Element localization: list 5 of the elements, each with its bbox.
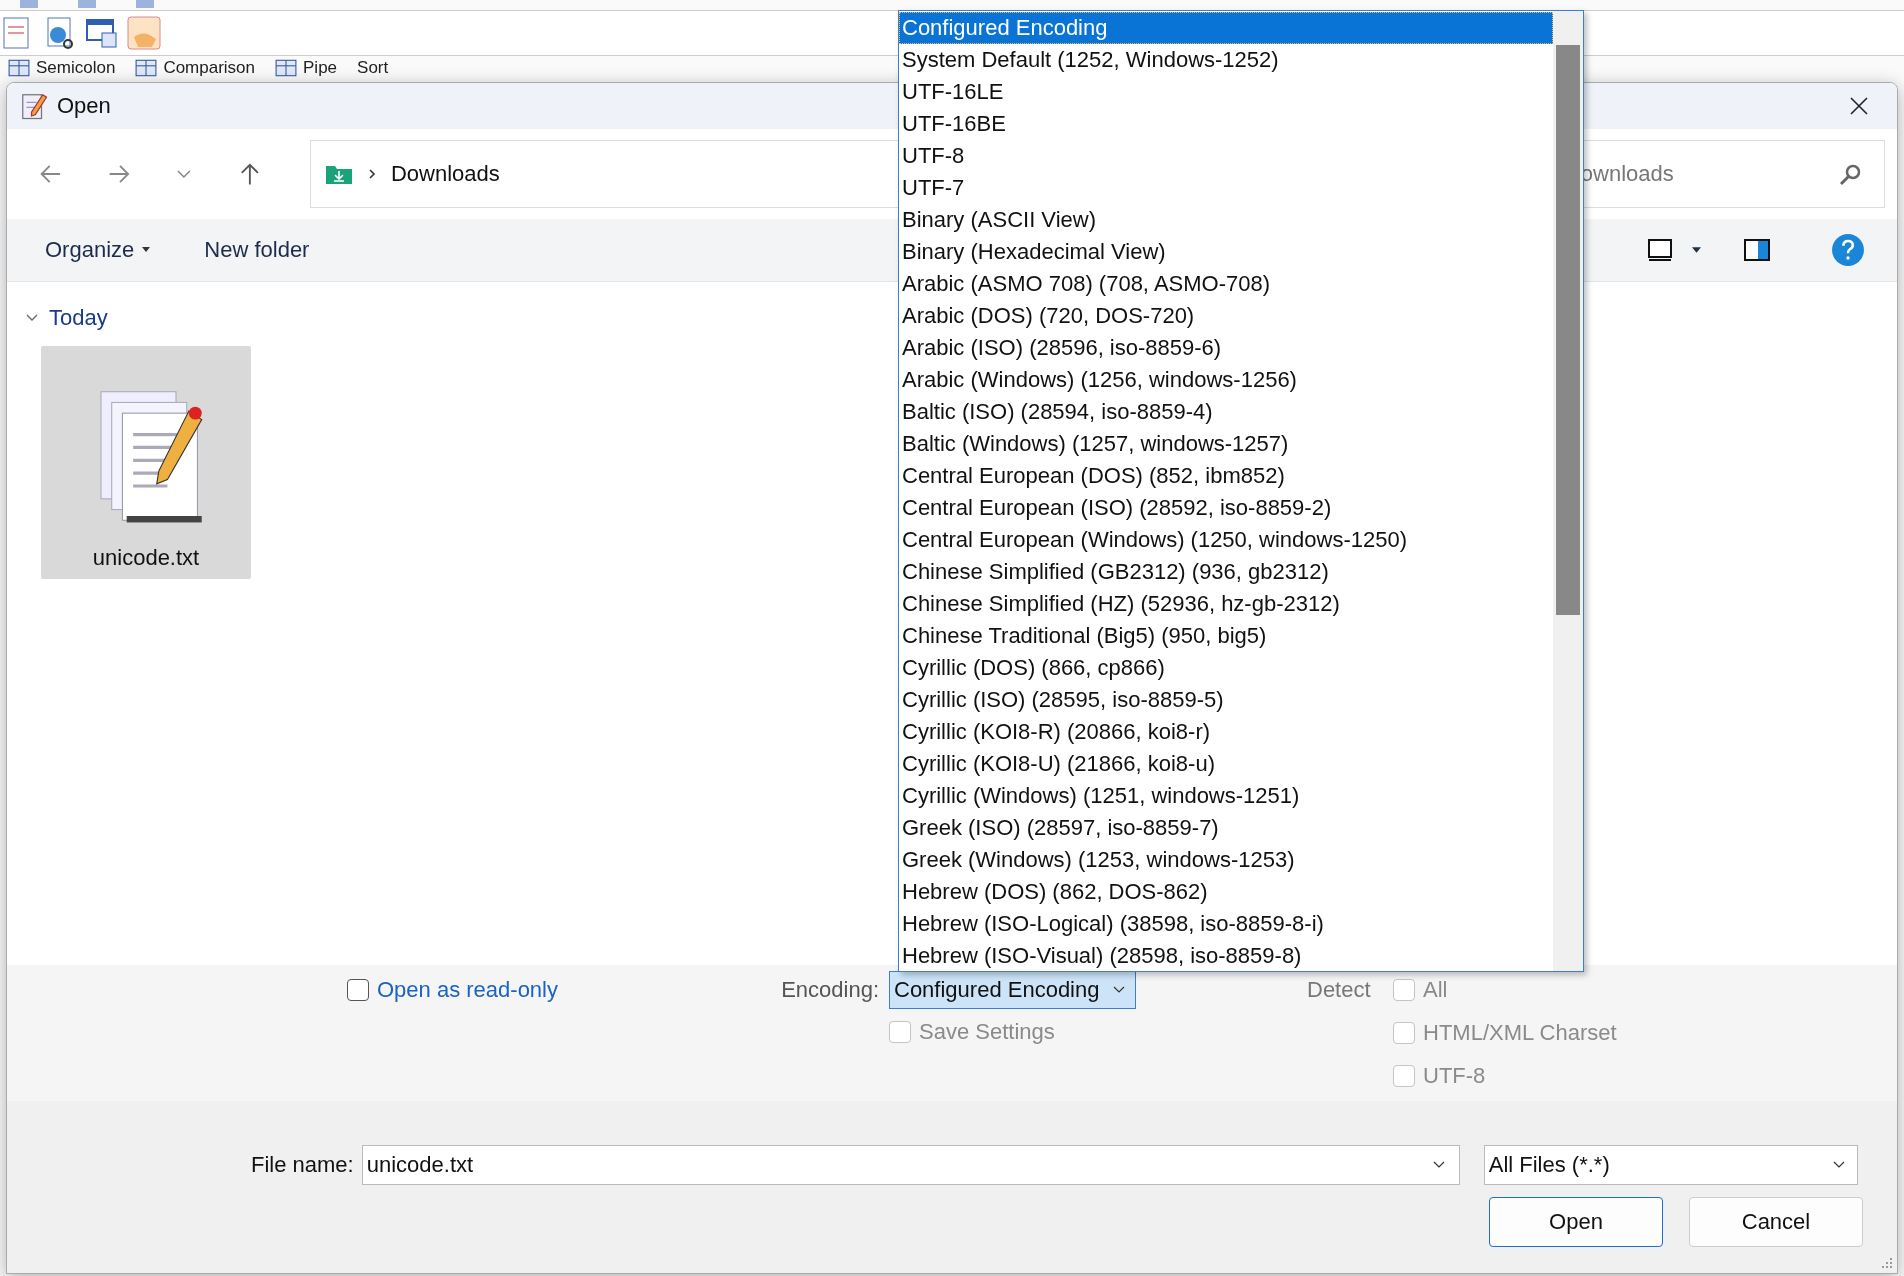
detect-label: Detect xyxy=(1307,976,1372,1004)
encoding-label: Encoding: xyxy=(780,976,880,1004)
file-name-label: File name: xyxy=(251,1152,354,1178)
window-title: Open xyxy=(57,93,111,119)
file-name: unicode.txt xyxy=(92,545,200,571)
